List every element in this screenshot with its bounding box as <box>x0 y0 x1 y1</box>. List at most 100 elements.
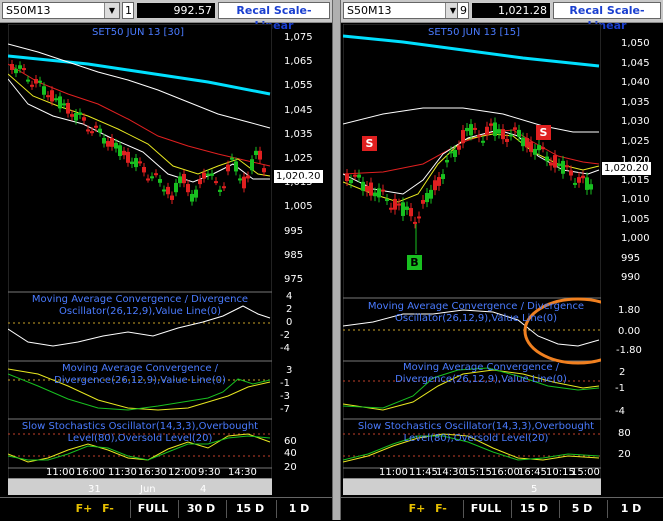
candle-body <box>66 102 70 114</box>
right-interval-value: 9 <box>460 4 467 17</box>
y-tick-label: 1,075 <box>284 32 313 43</box>
y-tick-label: 1,045 <box>284 104 313 116</box>
candle-body <box>26 79 30 82</box>
candle-body <box>142 166 146 173</box>
candle-body <box>38 80 42 83</box>
candle-body <box>441 174 445 179</box>
buy-signal-marker[interactable]: B <box>407 255 422 270</box>
left-full-button[interactable]: FULL <box>130 500 175 518</box>
candle-body <box>78 112 82 115</box>
left-1d-button[interactable]: 1 D <box>276 500 321 518</box>
left-interval-field[interactable]: 1 <box>122 2 134 19</box>
left-last-price: 992.57 <box>136 2 216 19</box>
candle-body <box>18 65 22 69</box>
time-tick-label: 11:45 <box>409 467 438 478</box>
y-tick-label: 1,000 <box>621 233 650 244</box>
macd-tick-label: 4 <box>286 291 293 302</box>
left-zoom-out-button[interactable]: F- <box>98 500 118 518</box>
right-full-button[interactable]: FULL <box>463 500 508 518</box>
right-price-chart[interactable] <box>343 24 601 479</box>
candle-body <box>198 179 202 185</box>
candle-body <box>425 193 429 203</box>
right-chart-title: SET50 JUN 13 [15] <box>428 27 521 38</box>
candle-body <box>222 186 226 189</box>
time-tick-label: 16:30 <box>138 467 167 478</box>
candle-body <box>513 127 517 130</box>
y-tick-label: 1,015 <box>621 174 650 186</box>
y-tick-label: 995 <box>284 225 304 237</box>
stoch-tick-label: 20 <box>618 449 631 460</box>
right-interval-field[interactable]: 9 <box>457 2 469 19</box>
time-tick-label: 16:45 <box>518 467 547 478</box>
time-tick-label: 15:00 <box>571 467 600 478</box>
macd-tick-label: 0.00 <box>618 326 641 337</box>
chevron-down-icon[interactable]: ▼ <box>104 3 119 18</box>
candle-body <box>250 159 254 171</box>
macd-tick-label: -4 <box>280 343 290 354</box>
right-zoom-out-button[interactable]: F- <box>431 500 451 518</box>
candle-body <box>194 189 198 198</box>
y-tick-label: 1,045 <box>621 57 650 69</box>
macd2-tick-label: -4 <box>615 406 625 417</box>
candle-body <box>86 129 90 132</box>
candle-body <box>485 126 489 136</box>
right-5d-button[interactable]: 5 D <box>559 500 604 518</box>
left-symbol-value: S50M13 <box>6 4 51 17</box>
sell-signal-marker[interactable]: S <box>362 136 377 151</box>
candle-body <box>589 184 593 190</box>
candle-body <box>573 182 577 185</box>
candle-body <box>134 158 138 168</box>
date-tick-label: Jun <box>140 484 156 495</box>
right-15d-button[interactable]: 15 D <box>511 500 556 518</box>
y-tick-label: 1,020 <box>621 155 650 166</box>
right-macd2-label: Moving Average Convergence / Divergence(… <box>395 362 567 385</box>
y-tick-label: 990 <box>621 272 641 283</box>
candle-body <box>226 164 230 172</box>
left-recal-button[interactable]: Recal Scale-Linear <box>218 2 330 32</box>
left-30d-button[interactable]: 30 D <box>178 500 223 518</box>
candle-body <box>154 173 158 176</box>
candle-body <box>14 68 18 74</box>
candle-body <box>445 159 449 163</box>
time-tick-label: 16:00 <box>76 467 105 478</box>
right-1d-button[interactable]: 1 D <box>607 500 654 518</box>
candle-body <box>58 96 62 109</box>
macd-tick-label: -1.80 <box>616 345 642 356</box>
candle-body <box>230 157 234 160</box>
candle-body <box>246 175 250 179</box>
candle-body <box>529 141 533 152</box>
candle-body <box>409 208 413 217</box>
candle-body <box>541 147 545 150</box>
left-symbol-select[interactable]: S50M13 ▼ <box>2 2 120 19</box>
left-zoom-in-button[interactable]: F+ <box>74 500 94 518</box>
candle-body <box>138 161 142 164</box>
candle-body <box>565 165 569 168</box>
candle-body <box>417 216 421 219</box>
left-15d-button[interactable]: 15 D <box>226 500 273 518</box>
left-price-chart[interactable] <box>8 24 272 479</box>
sell-signal-marker[interactable]: S <box>536 125 551 140</box>
left-toolbar: S50M13 ▼ 1 992.57 Recal Scale-Linear <box>0 0 332 32</box>
candle-body <box>182 173 186 184</box>
candle-body <box>413 221 417 224</box>
candle-body <box>361 181 365 191</box>
right-recal-button[interactable]: Recal Scale-Linear <box>553 2 661 32</box>
candle-body <box>521 137 525 147</box>
candle-body <box>477 135 481 138</box>
right-zoom-in-button[interactable]: F+ <box>407 500 427 518</box>
macd-tick-label: 1.80 <box>618 305 641 316</box>
right-symbol-value: S50M13 <box>347 4 392 17</box>
candle-body <box>102 137 106 144</box>
date-tick-label: 4 <box>200 484 207 495</box>
right-time-scroll[interactable] <box>343 478 601 495</box>
right-last-price-value: 1,021.28 <box>498 4 547 17</box>
candle-body <box>505 138 509 142</box>
candle-body <box>509 134 513 137</box>
candle-body <box>357 174 361 178</box>
y-tick-label: 1,005 <box>621 213 650 225</box>
candle-body <box>381 189 385 192</box>
candle-body <box>397 203 401 206</box>
panel-divider[interactable] <box>332 0 341 520</box>
right-last-price: 1,021.28 <box>471 2 551 19</box>
right-symbol-select[interactable]: S50M13 ▼ <box>343 2 461 19</box>
